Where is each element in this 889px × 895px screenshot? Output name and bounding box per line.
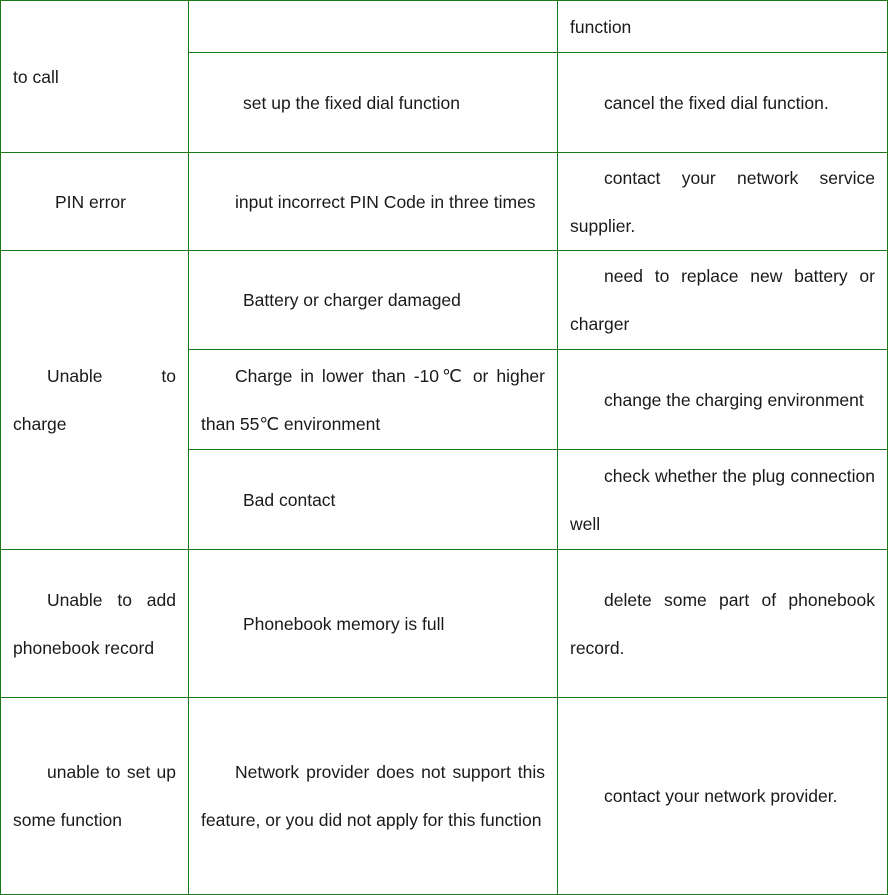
- cause-text: input incorrect PIN Code in three times: [235, 191, 536, 212]
- solution-cell-check-plug: check whether the plug connection well: [557, 449, 888, 550]
- symptom-text: unable to set up some function: [13, 762, 176, 830]
- cause-cell-fixed-dial: set up the fixed dial function: [188, 52, 558, 153]
- cause-cell-temperature: Charge in lower than -10℃ or higher than…: [188, 349, 558, 450]
- symptom-text: to call: [13, 66, 59, 87]
- cause-text: Charge in lower than -10℃ or higher than…: [201, 365, 545, 434]
- cause-cell-bad-contact: Bad contact: [188, 449, 558, 550]
- cause-text: set up the fixed dial function: [243, 92, 460, 113]
- symptom-cell-to-call: to call: [0, 0, 189, 153]
- solution-text: check whether the plug connection well: [570, 465, 875, 534]
- solution-text: function: [570, 16, 632, 37]
- solution-cell-cancel-fixed-dial: cancel the fixed dial function.: [557, 52, 888, 153]
- table-row: unable to set up some function Network p…: [0, 697, 888, 895]
- solution-text: delete some part of phonebook record.: [570, 589, 875, 658]
- table-row: PIN error input incorrect PIN Code in th…: [0, 152, 888, 251]
- solution-text: need to replace new battery or charger: [570, 266, 875, 334]
- solution-cell-delete-records: delete some part of phonebook record.: [557, 549, 888, 698]
- symptom-cell-pin-error: PIN error: [0, 152, 189, 251]
- solution-cell-contact-provider: contact your network provider.: [557, 697, 888, 895]
- cause-text: Network provider does not support this f…: [201, 762, 545, 830]
- cause-text: Battery or charger damaged: [243, 290, 461, 310]
- solution-text: change the charging environment: [604, 389, 864, 410]
- symptom-text: Unable to charge: [13, 366, 176, 434]
- solution-cell-replace-battery: need to replace new battery or charger: [557, 250, 888, 350]
- solution-cell-contact-supplier: contact your network service supplier.: [557, 152, 888, 251]
- symptom-text: PIN error: [55, 191, 126, 212]
- cause-cell-memory-full: Phonebook memory is full: [188, 549, 558, 698]
- cause-cell-empty: [188, 0, 558, 53]
- symptom-cell-add-phonebook: Unable to add phonebook record: [0, 549, 189, 698]
- table-row: Unable to add phonebook record Phonebook…: [0, 549, 888, 698]
- solution-cell-change-environment: change the charging environment: [557, 349, 888, 450]
- troubleshooting-table: to call function set up the fixed dial f…: [0, 0, 888, 895]
- cause-cell-network-provider: Network provider does not support this f…: [188, 697, 558, 895]
- table-row: Unable to charge Battery or charger dama…: [0, 250, 888, 550]
- solution-text: contact your network service supplier.: [570, 167, 875, 236]
- table-row: to call function: [0, 0, 888, 153]
- solution-cell-function: function: [557, 0, 888, 53]
- symptom-cell-setup-function: unable to set up some function: [0, 697, 189, 895]
- symptom-cell-unable-charge: Unable to charge: [0, 250, 189, 550]
- cause-text: Phonebook memory is full: [243, 613, 445, 634]
- cause-cell-pin-code: input incorrect PIN Code in three times: [188, 152, 558, 251]
- cause-cell-battery-damaged: Battery or charger damaged: [188, 250, 558, 350]
- solution-text: contact your network provider.: [604, 786, 838, 806]
- solution-text: cancel the fixed dial function.: [604, 92, 829, 113]
- cause-text: Bad contact: [243, 489, 336, 510]
- symptom-text: Unable to add phonebook record: [13, 589, 176, 658]
